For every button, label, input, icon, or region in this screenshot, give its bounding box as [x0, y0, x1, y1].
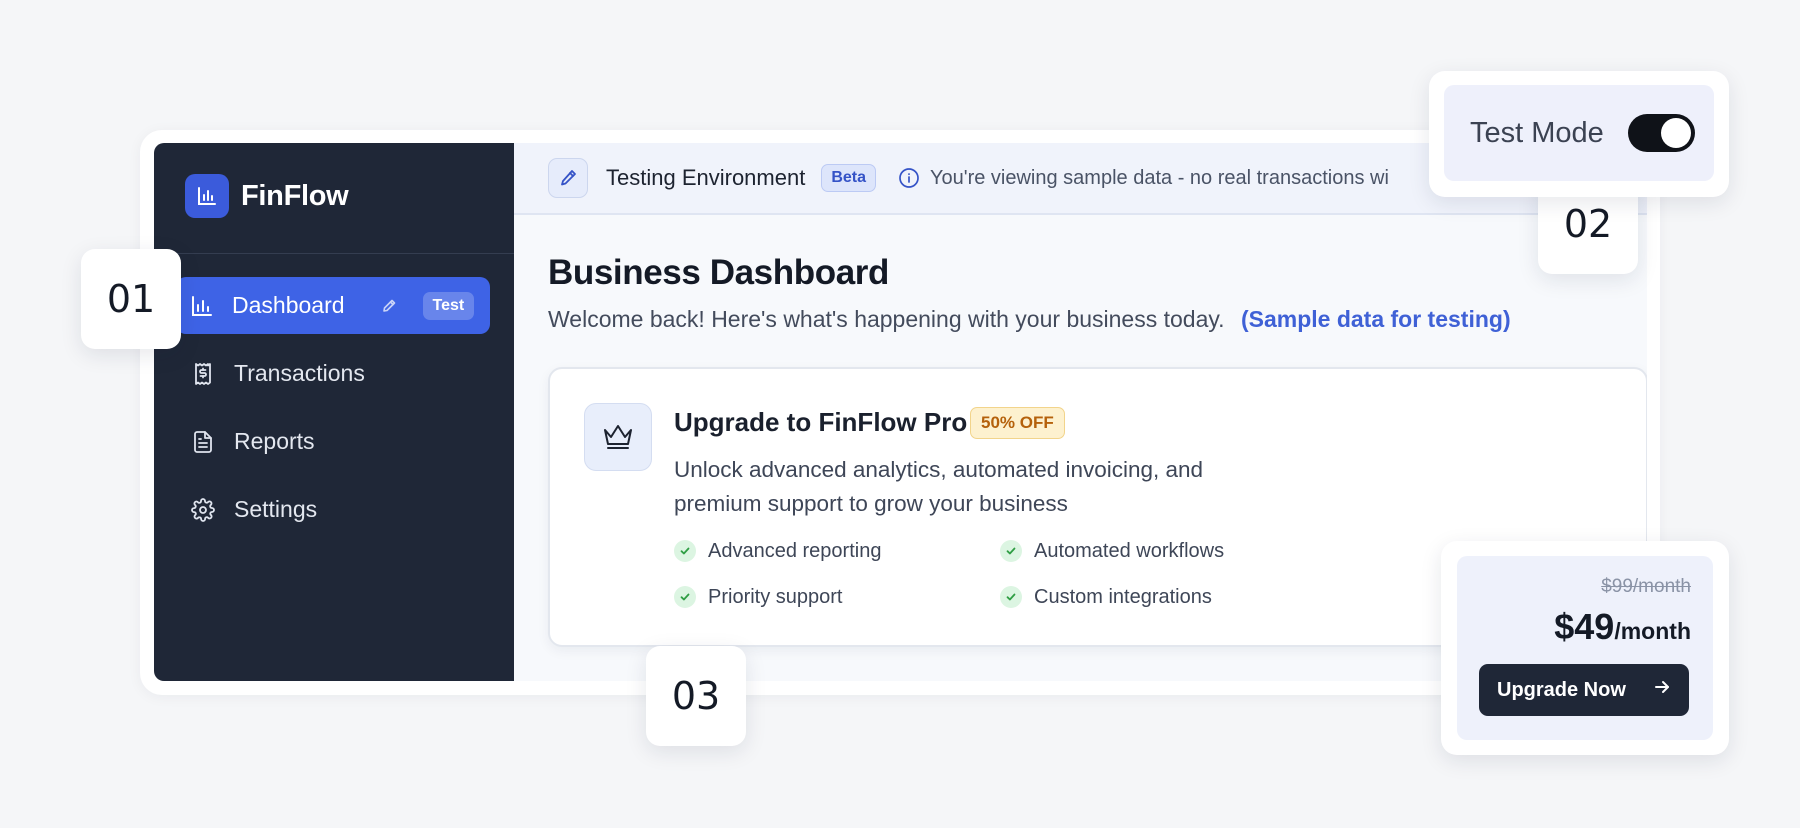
sidebar: FinFlow Dashboard Test Transactions Repo…	[154, 143, 514, 681]
callout-01: 01	[81, 249, 181, 349]
toggle-knob	[1660, 118, 1691, 148]
pricing-panel: $99/month $49/month Upgrade Now	[1441, 541, 1729, 755]
upgrade-title: Upgrade to FinFlow Pro	[674, 407, 968, 437]
upgrade-now-button[interactable]: Upgrade Now	[1479, 664, 1689, 716]
page-subtitle: Welcome back! Here's what's happening wi…	[548, 306, 1511, 333]
page-title: Business Dashboard	[548, 253, 889, 292]
feature-label: Automated workflows	[1034, 539, 1225, 562]
pricing-box: $99/month $49/month Upgrade Now	[1457, 556, 1713, 740]
check-icon	[1000, 540, 1022, 562]
brand-name: FinFlow	[241, 179, 349, 212]
feature-label: Custom integrations	[1034, 585, 1212, 608]
sidebar-item-reports[interactable]: Reports	[176, 413, 490, 470]
sidebar-item-label: Dashboard	[232, 292, 345, 318]
sidebar-item-label: Settings	[234, 496, 318, 522]
check-icon	[674, 540, 696, 562]
upgrade-button-label: Upgrade Now	[1497, 678, 1626, 701]
sidebar-nav: Dashboard Test Transactions Reports Sett…	[176, 277, 490, 549]
price-amount: $49	[1554, 606, 1615, 647]
feature-item: Priority support	[674, 585, 1000, 609]
sidebar-item-settings[interactable]: Settings	[176, 481, 490, 538]
check-icon	[1000, 586, 1022, 608]
feature-item: Advanced reporting	[674, 539, 1000, 563]
test-badge: Test	[422, 291, 475, 320]
discount-badge: 50% OFF	[970, 407, 1065, 439]
original-price: $99/month	[1601, 576, 1691, 597]
sidebar-item-transactions[interactable]: Transactions	[176, 345, 490, 402]
test-mode-label: Test Mode	[1470, 116, 1604, 149]
callout-03: 03	[646, 646, 746, 746]
feature-list: Advanced reporting Automated workflows P…	[674, 539, 1374, 609]
check-icon	[674, 586, 696, 608]
price-period: /month	[1614, 618, 1691, 644]
pencil-icon	[548, 158, 588, 198]
discounted-price: $49/month	[1554, 606, 1691, 648]
test-mode-toggle[interactable]	[1627, 114, 1695, 152]
feature-item: Custom integrations	[1000, 585, 1326, 609]
beta-badge: Beta	[821, 164, 877, 192]
sidebar-divider	[154, 253, 514, 254]
environment-note: You're viewing sample data - no real tra…	[930, 166, 1389, 189]
sidebar-item-label: Reports	[234, 428, 315, 454]
crown-icon	[584, 403, 652, 471]
app-window: FinFlow Dashboard Test Transactions Repo…	[154, 143, 1647, 681]
upgrade-description: Unlock advanced analytics, automated inv…	[674, 457, 1204, 516]
feature-label: Priority support	[708, 585, 843, 608]
test-mode-panel: Test Mode	[1429, 71, 1729, 197]
test-mode-row: Test Mode	[1444, 85, 1714, 181]
document-icon	[190, 429, 216, 455]
subtitle-text: Welcome back! Here's what's happening wi…	[548, 306, 1225, 332]
feature-item: Automated workflows	[1000, 539, 1326, 563]
receipt-icon	[190, 361, 216, 387]
bar-chart-icon	[185, 174, 229, 218]
sidebar-item-label: Transactions	[234, 360, 365, 386]
brand-logo[interactable]: FinFlow	[185, 174, 349, 218]
arrow-right-icon	[1653, 678, 1671, 702]
bar-chart-icon	[190, 293, 214, 319]
gear-icon	[190, 497, 216, 523]
environment-title: Testing Environment	[606, 165, 806, 190]
sidebar-item-dashboard[interactable]: Dashboard Test	[176, 277, 490, 334]
info-icon	[898, 167, 920, 189]
sample-data-link[interactable]: (Sample data for testing)	[1241, 306, 1511, 332]
pencil-icon	[381, 298, 397, 314]
feature-label: Advanced reporting	[708, 539, 882, 562]
